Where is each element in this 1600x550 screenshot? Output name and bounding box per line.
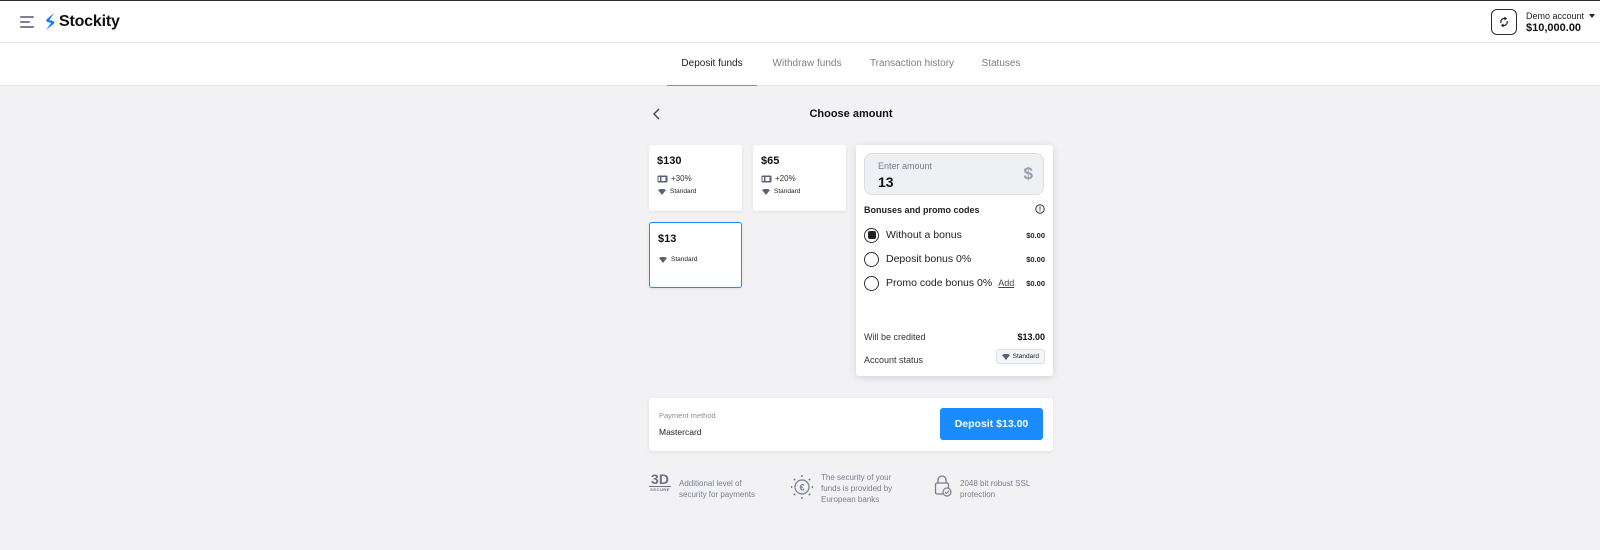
option-value: $0.00 <box>1026 278 1045 288</box>
logo[interactable]: Stockity <box>44 12 120 31</box>
tab-deposit-funds[interactable]: Deposit funds <box>667 43 757 86</box>
status-diamond-icon <box>762 188 770 195</box>
feature-text: European banks <box>821 495 880 504</box>
status-badge-text: Standard <box>1012 353 1039 360</box>
app-header: Stockity Demo account $10,000.00 <box>0 1 1600 43</box>
3d-secure-icon: 3D SECURE <box>649 471 671 492</box>
feature-text: protection <box>960 490 996 499</box>
radio-unselected[interactable] <box>864 251 879 267</box>
card-amount: $65 <box>761 155 780 167</box>
amount-card-65[interactable]: $65 +20% Standard <box>753 145 846 211</box>
bonuses-title: Bonuses and promo codes <box>864 205 980 215</box>
feature-text: The security of your <box>821 473 892 482</box>
card-bonus: +30% <box>671 174 692 183</box>
amount-panel: Enter amount 13 $ Bonuses and promo code… <box>856 145 1053 376</box>
feature-european-banks: € The security of your funds is provided… <box>791 472 892 505</box>
card-amount: $130 <box>657 155 682 167</box>
amount-placeholder: Enter amount <box>878 161 933 171</box>
payment-bar: Payment method Mastercard Deposit $13.00 <box>649 398 1053 451</box>
euro-shield-icon: € <box>791 475 813 499</box>
back-arrow-icon[interactable] <box>650 107 664 121</box>
bonus-option-promo[interactable]: Promo code bonus 0% Add $0.00 <box>864 274 1045 292</box>
tab-transaction-history[interactable]: Transaction history <box>866 43 958 86</box>
payment-method-value[interactable]: Mastercard <box>659 427 702 437</box>
info-icon[interactable] <box>1035 204 1045 214</box>
account-label: Demo account <box>1526 11 1585 21</box>
bonus-option-none[interactable]: Without a bonus $0.00 <box>864 226 1045 244</box>
card-bonus: +20% <box>775 174 796 183</box>
amount-value: 13 <box>878 174 894 190</box>
menu-icon[interactable] <box>20 16 34 28</box>
tab-statuses[interactable]: Statuses <box>978 43 1024 86</box>
option-value: $0.00 <box>1026 230 1045 240</box>
option-label: Promo code bonus 0% <box>886 277 993 289</box>
radio-unselected[interactable] <box>864 275 879 291</box>
svg-text:€: € <box>799 483 804 493</box>
add-promo-link[interactable]: Add <box>998 278 1014 288</box>
refresh-icon <box>1500 16 1508 28</box>
feature-text: Additional level of <box>679 479 742 488</box>
radio-selected[interactable] <box>864 227 879 243</box>
credited-label: Will be credited <box>864 332 926 342</box>
deposit-tabs: Deposit funds Withdraw funds Transaction… <box>0 43 1600 86</box>
credited-value: $13.00 <box>1017 332 1045 342</box>
account-selector[interactable]: Demo account $10,000.00 <box>1526 11 1596 34</box>
bonus-ticket-icon <box>657 175 668 182</box>
feature-ssl: 2048 bit robust SSL protection <box>934 472 1030 500</box>
chevron-down-icon <box>1589 14 1596 18</box>
bonus-ticket-icon <box>761 175 772 182</box>
bonus-option-deposit[interactable]: Deposit bonus 0% $0.00 <box>864 250 1045 268</box>
page-title: Choose amount <box>809 108 893 120</box>
feature-text: security for payments <box>679 490 756 499</box>
card-amount: $13 <box>658 233 677 245</box>
status-diamond-icon <box>1001 353 1010 360</box>
status-diamond-icon <box>659 256 667 263</box>
option-label: Deposit bonus 0% <box>886 253 972 265</box>
account-balance: $10,000.00 <box>1526 22 1582 34</box>
feature-3d-secure: 3D SECURE Additional level of security f… <box>649 472 755 500</box>
tab-withdraw-funds[interactable]: Withdraw funds <box>766 43 848 86</box>
amount-card-13[interactable]: $13 Standard <box>649 222 742 288</box>
card-status: Standard <box>671 256 698 263</box>
lock-icon <box>934 475 952 497</box>
switch-account-button[interactable] <box>1491 9 1517 35</box>
account-status-label: Account status <box>864 355 924 365</box>
stockity-logo-icon <box>46 13 55 30</box>
status-badge: Standard <box>995 349 1045 364</box>
feature-text: 2048 bit robust SSL <box>960 479 1031 488</box>
status-diamond-icon <box>658 188 666 195</box>
card-status: Standard <box>670 188 697 195</box>
deposit-button[interactable]: Deposit $13.00 <box>940 408 1043 440</box>
feature-text: funds is provided by <box>821 484 893 493</box>
amount-input[interactable]: Enter amount 13 $ <box>864 153 1044 195</box>
dollar-icon: $ <box>1023 164 1033 183</box>
logo-text: Stockity <box>59 12 120 30</box>
amount-card-130[interactable]: $130 +30% Standard <box>649 145 742 211</box>
card-status: Standard <box>774 188 801 195</box>
payment-method-label: Payment method <box>659 411 716 420</box>
option-value: $0.00 <box>1026 254 1045 264</box>
option-label: Without a bonus <box>886 229 962 241</box>
